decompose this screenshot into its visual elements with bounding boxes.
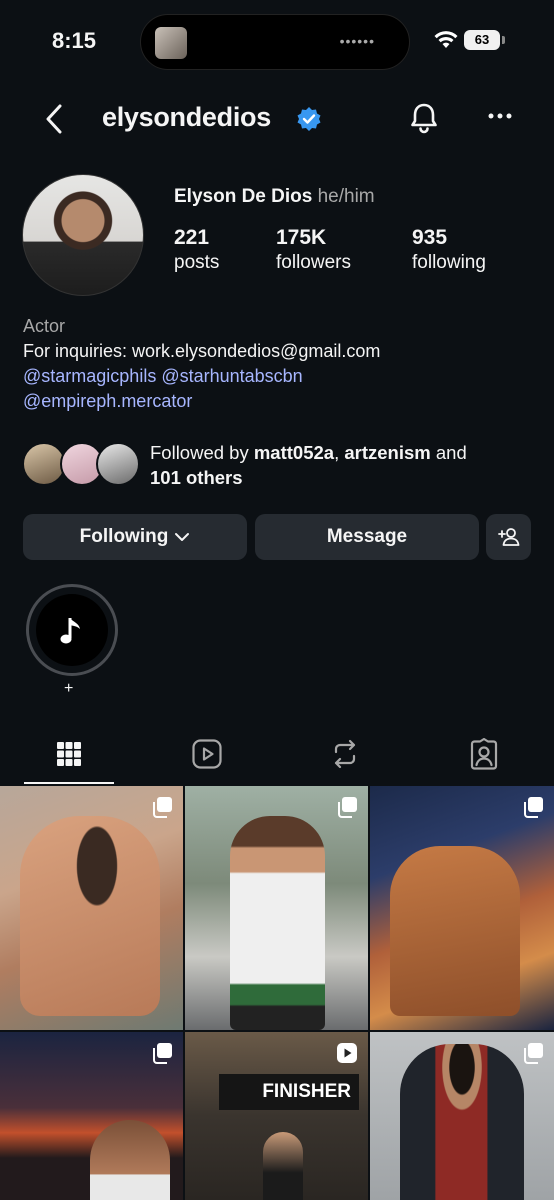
post-subject xyxy=(263,1132,303,1200)
tab-reposts[interactable] xyxy=(327,736,363,772)
live-activity-dots: •••••• xyxy=(339,33,375,49)
profile-avatar[interactable] xyxy=(22,174,144,296)
reels-icon xyxy=(192,739,222,769)
post-subject xyxy=(230,816,325,1030)
post-subject xyxy=(400,1044,524,1200)
following-button[interactable]: Following xyxy=(23,514,247,560)
followers-stat[interactable]: 175K followers xyxy=(276,226,351,274)
following-count: 935 xyxy=(412,226,448,249)
following-stat[interactable]: 935 following xyxy=(412,226,486,274)
active-tab-indicator xyxy=(24,782,114,784)
add-person-icon xyxy=(497,528,519,546)
profile-full-name: Elyson De Dios xyxy=(174,186,313,207)
status-bar: 8:15 •••••• 63 xyxy=(0,0,554,80)
post-subject xyxy=(90,1120,170,1200)
carousel-icon xyxy=(524,797,543,818)
wifi-icon xyxy=(434,31,458,48)
story-highlight-cover xyxy=(36,594,108,666)
post-subject xyxy=(20,816,160,1016)
followed-by-prefix: Followed by xyxy=(150,442,254,463)
carousel-icon xyxy=(524,1043,543,1064)
posts-label: posts xyxy=(174,252,220,273)
following-button-label: Following xyxy=(79,526,169,547)
tab-reels[interactable] xyxy=(189,736,225,772)
post-sign: FINISHER xyxy=(219,1074,359,1110)
carousel-icon xyxy=(153,1043,172,1064)
status-time: 8:15 xyxy=(52,28,97,53)
live-activity-thumbnail xyxy=(155,27,187,59)
grid-post[interactable] xyxy=(185,786,368,1030)
profile-bio: Actor For inquiries: work.elysondedios@g… xyxy=(23,314,380,414)
bio-inquiries: For inquiries: work.elysondedios@gmail.c… xyxy=(23,341,381,361)
followed-by-and: and xyxy=(430,442,467,463)
grid-post[interactable] xyxy=(0,1032,183,1200)
bio-mention-empire[interactable]: @empireph.mercator xyxy=(23,389,380,414)
tab-tagged[interactable] xyxy=(466,736,502,772)
bell-icon[interactable] xyxy=(406,100,442,136)
grid-post[interactable] xyxy=(0,786,183,1030)
music-note-icon xyxy=(60,618,80,644)
post-sign-text: FINISHER xyxy=(262,1081,351,1102)
bio-category: Actor xyxy=(23,316,66,336)
following-label: following xyxy=(412,252,486,273)
posts-stat[interactable]: 221 posts xyxy=(174,226,219,274)
followed-by-user: artzenism xyxy=(344,442,431,463)
chevron-down-icon xyxy=(175,533,190,541)
back-icon[interactable] xyxy=(40,102,70,136)
tagged-icon xyxy=(470,738,498,770)
posts-count: 221 xyxy=(174,226,210,249)
message-button[interactable]: Message xyxy=(255,514,479,560)
grid-icon xyxy=(57,742,81,766)
mutual-follower-avatar[interactable] xyxy=(96,442,140,486)
header-username: elysondedios xyxy=(102,102,271,132)
verified-icon xyxy=(297,107,321,131)
reel-icon xyxy=(337,1043,357,1063)
grid-post[interactable]: FINISHER xyxy=(185,1032,368,1200)
followed-by-text[interactable]: Followed by matt052a, artzenism and 101 … xyxy=(150,440,530,490)
more-icon[interactable] xyxy=(486,106,514,126)
story-highlight[interactable] xyxy=(26,584,118,676)
followers-count: 175K xyxy=(276,226,327,249)
followed-by-user: matt052a xyxy=(253,442,335,463)
followers-label: followers xyxy=(276,252,351,273)
bio-mention-starhunt[interactable]: @starhuntabscbn xyxy=(161,366,302,386)
battery-indicator: 63 xyxy=(464,30,505,50)
dynamic-island[interactable]: •••••• xyxy=(140,14,410,70)
grid-post[interactable] xyxy=(370,786,554,1030)
tab-posts[interactable] xyxy=(51,736,87,772)
profile-header: elysondedios xyxy=(0,96,554,142)
followed-by-separator: , xyxy=(334,442,345,463)
followed-by-others: 101 others xyxy=(150,467,243,488)
profile-pronouns: he/him xyxy=(317,186,375,207)
grid-post[interactable] xyxy=(370,1032,554,1200)
bio-mention-starmagic[interactable]: @starmagicphils xyxy=(23,366,156,386)
suggested-accounts-button[interactable] xyxy=(486,514,531,560)
message-button-label: Message xyxy=(326,526,408,547)
story-highlight-label: + xyxy=(64,680,74,697)
carousel-icon xyxy=(338,797,357,818)
profile-name: Elyson De Dios he/him xyxy=(174,186,375,208)
reposts-icon xyxy=(334,739,356,769)
post-subject xyxy=(390,846,520,1016)
carousel-icon xyxy=(153,797,172,818)
